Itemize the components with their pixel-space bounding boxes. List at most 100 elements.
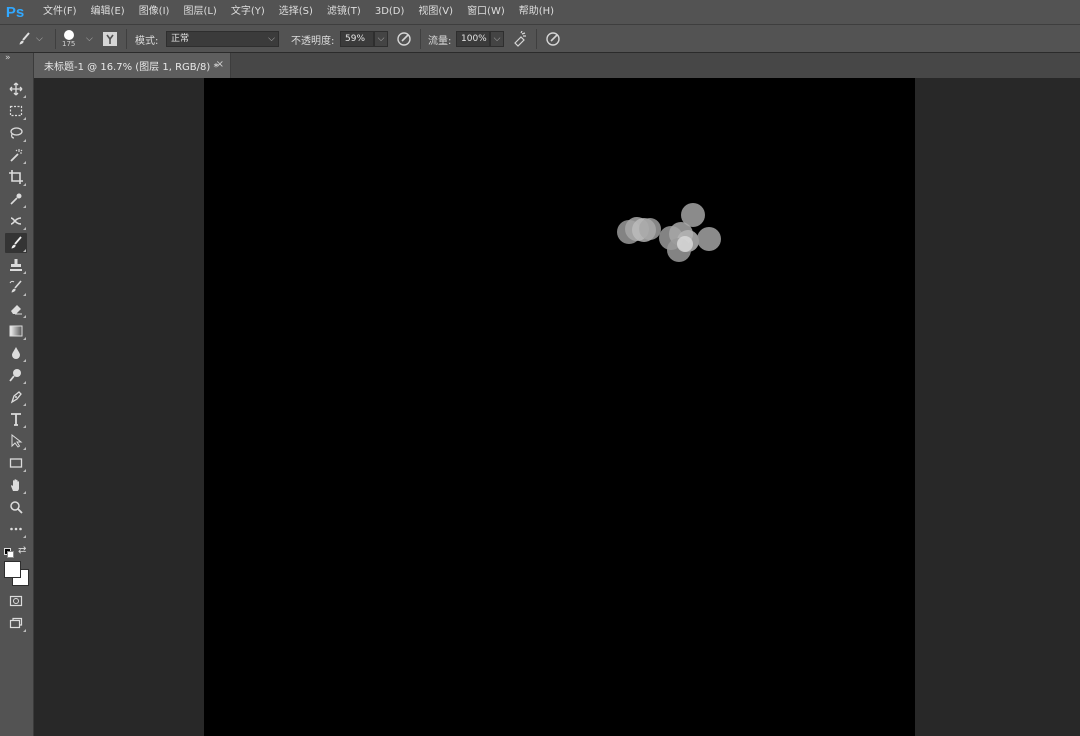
path-selection-tool[interactable] — [5, 431, 27, 451]
pressure-size-icon — [546, 32, 560, 46]
submenu-indicator — [23, 535, 26, 538]
pressure-size-toggle[interactable] — [545, 25, 561, 53]
zoom-tool[interactable] — [5, 497, 27, 517]
hand-tool[interactable] — [5, 475, 27, 495]
lasso-icon — [10, 127, 23, 139]
submenu-indicator — [23, 491, 26, 494]
menu-edit[interactable]: 编辑(E) — [84, 0, 132, 24]
menu-3d[interactable]: 3D(D) — [368, 0, 412, 24]
opacity-dropdown-button[interactable]: ⌵ — [374, 31, 388, 47]
flow-dropdown-button[interactable]: ⌵ — [490, 31, 504, 47]
submenu-indicator — [23, 183, 26, 186]
bandage-icon — [10, 217, 22, 225]
crop-icon — [9, 170, 23, 184]
submenu-indicator — [23, 161, 26, 164]
magnifier-icon — [10, 501, 23, 514]
flow-value: 100% — [461, 34, 487, 44]
screen-mode-icon — [9, 617, 23, 629]
arrow-cursor-icon — [11, 434, 23, 448]
menu-help[interactable]: 帮助(H) — [512, 0, 561, 24]
collapse-toolbar-icon[interactable]: » — [5, 53, 10, 63]
opacity-input[interactable]: 59% — [340, 31, 374, 47]
menu-filter[interactable]: 滤镜(T) — [320, 0, 368, 24]
submenu-indicator — [23, 337, 26, 340]
dodge-tool[interactable] — [5, 365, 27, 385]
default-colors-icon[interactable] — [4, 548, 14, 558]
chevron-down-icon: ⌵ — [377, 34, 385, 44]
document-canvas[interactable] — [204, 78, 915, 736]
brush-icon — [11, 236, 22, 249]
marquee-tool[interactable] — [5, 101, 27, 121]
move-tool[interactable] — [5, 79, 27, 99]
foreground-color-swatch[interactable] — [4, 561, 21, 578]
type-tool[interactable] — [5, 409, 27, 429]
flow-input[interactable]: 100% — [456, 31, 490, 47]
document-tab-bar: 未标题-1 @ 16.7% (图层 1, RGB/8) * × — [34, 53, 1080, 78]
menu-layer[interactable]: 图层(L) — [176, 0, 223, 24]
magic-wand-tool[interactable] — [5, 145, 27, 165]
stamp-icon — [10, 259, 22, 271]
eyedropper-tool[interactable] — [5, 189, 27, 209]
document-tab[interactable]: 未标题-1 @ 16.7% (图层 1, RGB/8) * × — [34, 53, 231, 78]
submenu-indicator — [23, 139, 26, 142]
submenu-indicator — [23, 227, 26, 230]
menu-type[interactable]: 文字(Y) — [224, 0, 272, 24]
brush-preset-picker[interactable]: 175 — [62, 25, 75, 53]
opacity-label: 不透明度: — [291, 35, 335, 47]
submenu-indicator — [23, 381, 26, 384]
blend-mode-select[interactable]: 正常 ⌵ — [166, 31, 279, 47]
eyedropper-icon — [10, 193, 22, 205]
pen-tool[interactable] — [5, 387, 27, 407]
canvas-artwork — [617, 203, 721, 262]
bokeh-dot — [697, 227, 721, 251]
screen-mode-toggle[interactable] — [5, 613, 27, 633]
bokeh-dot — [677, 236, 693, 252]
divider — [420, 29, 421, 49]
blur-tool[interactable] — [5, 343, 27, 363]
magic-wand-icon — [10, 149, 23, 162]
chevron-down-icon[interactable]: ⌵ — [86, 25, 93, 53]
submenu-indicator — [23, 447, 26, 450]
pressure-opacity-toggle[interactable] — [396, 25, 412, 53]
brush-panel-icon — [103, 32, 117, 46]
brush-tool[interactable] — [5, 233, 27, 253]
move-icon — [9, 82, 23, 96]
brush-panel-toggle[interactable] — [102, 25, 118, 53]
menu-window[interactable]: 窗口(W) — [460, 0, 512, 24]
submenu-indicator — [23, 425, 26, 428]
rectangle-marquee-icon — [9, 105, 23, 117]
submenu-indicator — [23, 359, 26, 362]
menu-image[interactable]: 图像(I) — [132, 0, 177, 24]
flow-label: 流量: — [428, 35, 452, 47]
chevron-down-icon: ⌵ — [268, 34, 275, 44]
quick-mask-toggle[interactable] — [5, 591, 27, 611]
gradient-tool[interactable] — [5, 321, 27, 341]
ellipsis-icon — [10, 527, 22, 531]
submenu-indicator — [23, 95, 26, 98]
menu-file[interactable]: 文件(F) — [36, 0, 84, 24]
clone-stamp-tool[interactable] — [5, 255, 27, 275]
bokeh-brush-strokes — [617, 203, 721, 262]
mode-label: 模式: — [135, 35, 159, 47]
airbrush-icon — [514, 31, 526, 47]
close-icon[interactable]: × — [216, 59, 224, 70]
divider — [55, 29, 56, 49]
eraser-tool[interactable] — [5, 299, 27, 319]
brush-icon — [19, 32, 30, 45]
airbrush-toggle[interactable] — [512, 25, 528, 53]
history-brush-tool[interactable] — [5, 277, 27, 297]
photoshop-logo[interactable]: Ps — [0, 0, 30, 24]
healing-brush-tool[interactable] — [5, 211, 27, 231]
lasso-tool[interactable] — [5, 123, 27, 143]
menu-view[interactable]: 视图(V) — [411, 0, 460, 24]
submenu-indicator — [23, 205, 26, 208]
more-tools[interactable] — [5, 519, 27, 539]
swap-colors-icon[interactable]: ⇄ — [18, 545, 26, 556]
crop-tool[interactable] — [5, 167, 27, 187]
menu-bar: Ps 文件(F) 编辑(E) 图像(I) 图层(L) 文字(Y) 选择(S) 滤… — [0, 0, 1080, 24]
quick-mask-icon — [9, 595, 23, 607]
rectangle-tool[interactable] — [5, 453, 27, 473]
history-brush-icon — [9, 280, 22, 293]
menu-select[interactable]: 选择(S) — [272, 0, 320, 24]
tool-preset-picker[interactable]: ⌵ — [16, 25, 43, 53]
